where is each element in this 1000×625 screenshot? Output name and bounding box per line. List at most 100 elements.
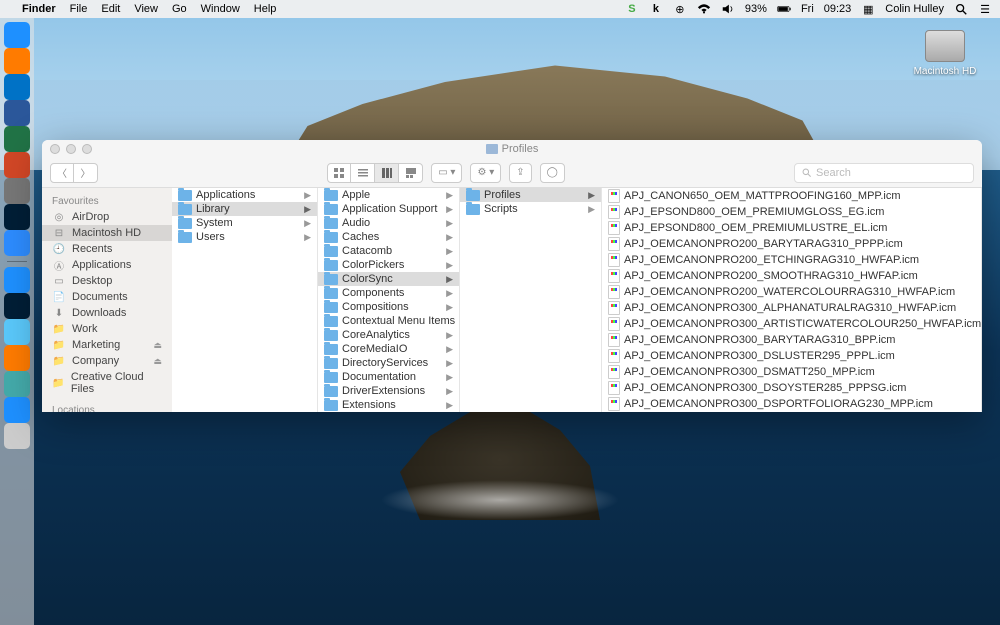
folder-row[interactable]: Library▶ [172,202,317,216]
file-row[interactable]: APJ_OEMCANONPRO300_DSLUSTER295_PPPL.icm [602,348,981,364]
folder-row[interactable]: Applications▶ [172,188,317,202]
folder-row[interactable]: Audio▶ [318,216,459,230]
dock-app-zoom[interactable] [4,230,30,256]
file-row[interactable]: APJ_OEMCANONPRO200_WATERCOLOURRAG310_HWF… [602,284,981,300]
clock-time[interactable]: 09:23 [824,3,852,15]
folder-row[interactable]: ColorPickers▶ [318,258,459,272]
folder-row[interactable]: DirectoryServices▶ [318,356,459,370]
sidebar-item-downloads[interactable]: ⬇Downloads [42,305,172,321]
fastuser-icon[interactable]: ▦ [861,3,875,16]
menu-help[interactable]: Help [254,3,277,15]
folder-row[interactable]: Contextual Menu Items▶ [318,314,459,328]
dock-app-finder[interactable] [4,22,30,48]
eject-icon[interactable]: ⏏ [153,340,162,351]
control-center-icon[interactable]: ☰ [978,3,992,16]
statusbar-k-icon[interactable]: k [649,3,663,15]
folder-row[interactable]: Caches▶ [318,230,459,244]
dock-app-firefox[interactable] [4,48,30,74]
file-row[interactable]: APJ_OEMCANONPRO200_SMOOTHRAG310_HWFAP.ic… [602,268,981,284]
username[interactable]: Colin Hulley [885,3,944,15]
dock-app-word[interactable] [4,100,30,126]
dock-app-preview[interactable] [4,319,30,345]
app-menu[interactable]: Finder [22,3,56,15]
window-titlebar[interactable]: Profiles [42,140,982,158]
dock-app-powerpoint[interactable] [4,152,30,178]
file-row[interactable]: APJ_OEMCANONPRO200_ETCHINGRAG310_HWFAP.i… [602,252,981,268]
tags-button[interactable]: ◯ [540,163,565,183]
sidebar-item-airdrop[interactable]: ◎AirDrop [42,209,172,225]
minimize-button[interactable] [66,144,76,154]
dock-app-firefox2[interactable] [4,345,30,371]
folder-row[interactable]: Application Support▶ [318,202,459,216]
dock-app-outlook[interactable] [4,74,30,100]
eject-icon[interactable]: ⏏ [153,356,162,367]
menu-file[interactable]: File [70,3,88,15]
icon-view-button[interactable] [327,163,351,183]
share-button[interactable]: ⇪ [509,163,531,183]
menu-window[interactable]: Window [201,3,240,15]
volume-icon[interactable] [721,2,735,16]
dock-app-photoshop[interactable] [4,204,30,230]
sidebar-item-documents[interactable]: 📄Documents [42,289,172,305]
sidebar-item-macintosh-hd[interactable]: ⊟Macintosh HD [42,225,172,241]
spotlight-icon[interactable] [954,2,968,16]
dock-app-lightroom[interactable] [4,293,30,319]
dock-app-trash[interactable] [4,423,30,449]
wifi-icon[interactable] [697,2,711,16]
gallery-view-button[interactable] [399,163,423,183]
folder-row[interactable]: CoreAnalytics▶ [318,328,459,342]
folder-row[interactable]: ColorSync▶ [318,272,459,286]
menu-view[interactable]: View [134,3,158,15]
dock-app-excel[interactable] [4,126,30,152]
folder-row[interactable]: System▶ [172,216,317,230]
file-row[interactable]: APJ_OEMCANONPRO300_BARYTARAG310_BPP.icm [602,332,981,348]
file-row[interactable]: APJ_EPSOND800_OEM_PREMIUMGLOSS_EG.icm [602,204,981,220]
file-row[interactable]: APJ_OEMCANONPRO300_ARTISTICWATERCOLOUR25… [602,316,981,332]
sidebar-item-desktop[interactable]: ▭Desktop [42,273,172,289]
file-row[interactable]: APJ_OEMCANONPRO300_DSOYSTER285_PPPSG.icm [602,380,981,396]
zoom-button[interactable] [82,144,92,154]
folder-row[interactable]: CoreMediaIO▶ [318,342,459,356]
folder-row[interactable]: Profiles▶ [460,188,601,202]
folder-row[interactable]: Documentation▶ [318,370,459,384]
file-row[interactable]: APJ_OEMCANONPRO300_ALPHANATURALRAG310_HW… [602,300,981,316]
dock-app-safari[interactable] [4,267,30,293]
group-button[interactable]: ▭ ▾ [431,163,462,183]
folder-row[interactable]: Users▶ [172,230,317,244]
file-row[interactable]: APJ_OEMCANONPRO300_DSMATT250_MPP.icm [602,364,981,380]
dock-app-help[interactable] [4,371,30,397]
file-row[interactable]: APJ_OEMCANONPRO300_DSPORTFOLIORAG230_MPP… [602,396,981,412]
battery-icon[interactable] [777,2,791,16]
desktop-hd-icon[interactable]: Macintosh HD [910,30,980,77]
sidebar-item-recents[interactable]: 🕘Recents [42,241,172,257]
sidebar-item-creative-cloud-files[interactable]: 📁Creative Cloud Files [42,369,172,397]
back-button[interactable]: 〈 [50,163,74,183]
file-row[interactable]: APJ_EPSOND800_OEM_PREMIUMLUSTRE_EL.icm [602,220,981,236]
menu-edit[interactable]: Edit [101,3,120,15]
folder-row[interactable]: Compositions▶ [318,300,459,314]
sidebar-item-applications[interactable]: ⒶApplications [42,257,172,273]
sidebar-item-work[interactable]: 📁Work [42,321,172,337]
statusbar-sync-icon[interactable]: ⊕ [673,3,687,16]
search-field[interactable]: Search [794,163,974,183]
sidebar-item-company[interactable]: 📁Company⏏ [42,353,172,369]
folder-row[interactable]: Extensions▶ [318,398,459,412]
menu-go[interactable]: Go [172,3,187,15]
sidebar-item-marketing[interactable]: 📁Marketing⏏ [42,337,172,353]
dock-app-finder2[interactable] [4,397,30,423]
forward-button[interactable]: 〉 [74,163,98,183]
dock-app-settings[interactable] [4,178,30,204]
folder-row[interactable]: Components▶ [318,286,459,300]
action-button[interactable]: ⚙ ▾ [470,163,501,183]
list-view-button[interactable] [351,163,375,183]
folder-row[interactable]: Apple▶ [318,188,459,202]
clock-day[interactable]: Fri [801,3,814,15]
close-button[interactable] [50,144,60,154]
column-view-button[interactable] [375,163,399,183]
file-row[interactable]: APJ_CANON650_OEM_MATTPROOFING160_MPP.icm [602,188,981,204]
folder-row[interactable]: DriverExtensions▶ [318,384,459,398]
folder-row[interactable]: Catacomb▶ [318,244,459,258]
statusbar-s-icon[interactable]: S [625,3,639,15]
file-row[interactable]: APJ_OEMCANONPRO200_BARYTARAG310_PPPP.icm [602,236,981,252]
folder-row[interactable]: Scripts▶ [460,202,601,216]
